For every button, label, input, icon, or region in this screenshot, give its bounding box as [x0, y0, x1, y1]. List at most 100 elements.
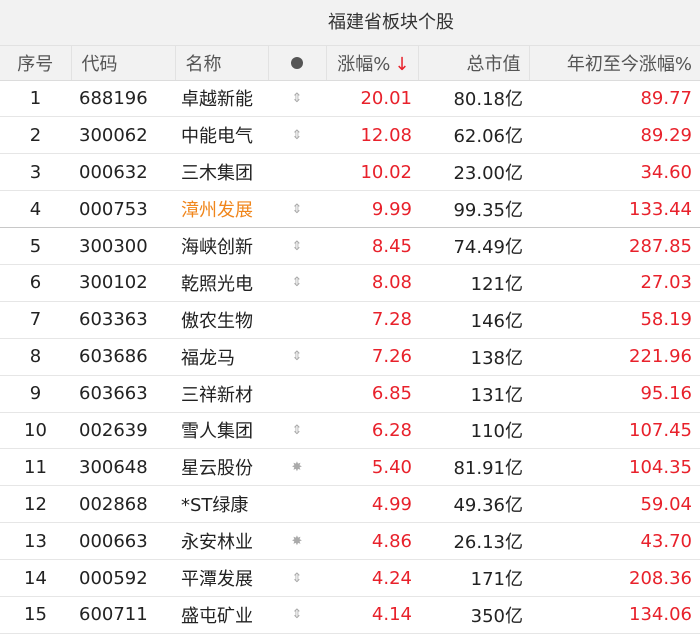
row-market-cap: 80.18亿	[418, 80, 529, 118]
row-seq: 9	[0, 375, 71, 413]
row-flag-icon: ⇕	[268, 264, 326, 302]
row-market-cap: 138亿	[418, 338, 529, 376]
row-flag-icon	[268, 375, 326, 413]
row-market-cap: 110亿	[418, 412, 529, 450]
row-market-cap: 131亿	[418, 375, 529, 413]
row-change: 7.28	[326, 301, 418, 339]
row-ytd: 208.36	[529, 559, 700, 597]
row-flag-icon: ✸	[268, 522, 326, 561]
row-name: 福龙马	[175, 338, 268, 376]
row-change: 8.08	[326, 264, 418, 302]
row-name: 雪人集团	[175, 412, 268, 450]
row-market-cap: 81.91亿	[418, 448, 529, 487]
stock-table: 序号 代码 名称 涨幅% ↓ 总市值 年初至今涨幅% 1 688196 卓越新能 ⇕ 20…	[0, 46, 700, 634]
table-header: 序号 代码 名称 涨幅% ↓ 总市值 年初至今涨幅%	[0, 46, 700, 81]
table-row[interactable]: 1 688196 卓越新能 ⇕ 20.01 80.18亿 89.77	[0, 80, 700, 118]
row-seq: 2	[0, 116, 71, 155]
row-flag-icon	[268, 153, 326, 192]
row-ytd: 221.96	[529, 338, 700, 376]
row-ytd: 59.04	[529, 485, 700, 524]
row-flag-icon	[268, 301, 326, 339]
row-code: 603363	[71, 301, 175, 339]
page-title: 福建省板块个股	[0, 0, 700, 46]
row-flag-icon: ⇕	[268, 559, 326, 597]
row-name: 盛屯矿业	[175, 596, 268, 634]
row-code: 000632	[71, 153, 175, 192]
row-ytd: 134.06	[529, 596, 700, 634]
row-seq: 11	[0, 448, 71, 487]
row-code: 300648	[71, 448, 175, 487]
row-change: 7.26	[326, 338, 418, 376]
header-market-cap[interactable]: 总市值	[418, 46, 530, 81]
table-row[interactable]: 8 603686 福龙马 ⇕ 7.26 138亿 221.96	[0, 338, 700, 376]
row-name: 平潭发展	[175, 559, 268, 597]
table-row[interactable]: 6 300102 乾照光电 ⇕ 8.08 121亿 27.03	[0, 264, 700, 302]
table-row[interactable]: 5 300300 海峡创新 ⇕ 8.45 74.49亿 287.85	[0, 227, 700, 265]
row-change: 9.99	[326, 190, 418, 229]
sort-down-icon: ↓	[394, 53, 410, 75]
row-name: 永安林业	[175, 522, 268, 561]
header-flag[interactable]	[268, 46, 327, 81]
row-name: 中能电气	[175, 116, 268, 155]
row-ytd: 27.03	[529, 264, 700, 302]
header-change-label: 涨幅%	[337, 53, 391, 75]
row-change: 6.85	[326, 375, 418, 413]
row-name: *ST绿康	[175, 485, 268, 524]
header-ytd[interactable]: 年初至今涨幅%	[529, 46, 700, 81]
row-code: 000592	[71, 559, 175, 597]
row-code: 000753	[71, 190, 175, 229]
table-row[interactable]: 7 603363 傲农生物 7.28 146亿 58.19	[0, 301, 700, 339]
row-market-cap: 49.36亿	[418, 485, 529, 524]
row-code: 300102	[71, 264, 175, 302]
row-code: 300062	[71, 116, 175, 155]
row-ytd: 287.85	[529, 227, 700, 265]
row-seq: 7	[0, 301, 71, 339]
row-market-cap: 23.00亿	[418, 153, 529, 192]
row-code: 688196	[71, 80, 175, 118]
table-row[interactable]: 14 000592 平潭发展 ⇕ 4.24 171亿 208.36	[0, 559, 700, 597]
header-code[interactable]: 代码	[71, 46, 176, 81]
table-row[interactable]: 4 000753 漳州发展 ⇕ 9.99 99.35亿 133.44	[0, 190, 700, 229]
row-ytd: 43.70	[529, 522, 700, 561]
table-row[interactable]: 3 000632 三木集团 10.02 23.00亿 34.60	[0, 153, 700, 192]
table-row[interactable]: 11 300648 星云股份 ✸ 5.40 81.91亿 104.35	[0, 448, 700, 487]
header-name[interactable]: 名称	[175, 46, 269, 81]
row-ytd: 89.29	[529, 116, 700, 155]
row-flag-icon: ⇕	[268, 190, 326, 229]
row-name: 卓越新能	[175, 80, 268, 118]
row-market-cap: 121亿	[418, 264, 529, 302]
header-seq[interactable]: 序号	[0, 46, 72, 81]
row-seq: 8	[0, 338, 71, 376]
row-market-cap: 26.13亿	[418, 522, 529, 561]
row-market-cap: 99.35亿	[418, 190, 529, 229]
row-flag-icon: ⇕	[268, 412, 326, 450]
row-code: 002639	[71, 412, 175, 450]
table-row[interactable]: 2 300062 中能电气 ⇕ 12.08 62.06亿 89.29	[0, 116, 700, 155]
row-change: 5.40	[326, 448, 418, 487]
table-row[interactable]: 9 603663 三祥新材 6.85 131亿 95.16	[0, 375, 700, 413]
row-seq: 15	[0, 596, 71, 634]
table-row[interactable]: 10 002639 雪人集团 ⇕ 6.28 110亿 107.45	[0, 412, 700, 450]
row-change: 10.02	[326, 153, 418, 192]
row-seq: 12	[0, 485, 71, 524]
row-name: 海峡创新	[175, 227, 268, 265]
row-seq: 6	[0, 264, 71, 302]
row-seq: 1	[0, 80, 71, 118]
row-change: 12.08	[326, 116, 418, 155]
dot-icon	[291, 57, 303, 70]
row-change: 4.24	[326, 559, 418, 597]
row-seq: 4	[0, 190, 71, 229]
row-seq: 5	[0, 227, 71, 265]
table-row[interactable]: 15 600711 盛屯矿业 ⇕ 4.14 350亿 134.06	[0, 596, 700, 634]
row-name: 三木集团	[175, 153, 268, 192]
row-code: 603663	[71, 375, 175, 413]
row-ytd: 107.45	[529, 412, 700, 450]
row-ytd: 34.60	[529, 153, 700, 192]
table-row[interactable]: 12 002868 *ST绿康 4.99 49.36亿 59.04	[0, 485, 700, 524]
header-change[interactable]: 涨幅% ↓	[326, 46, 419, 81]
row-market-cap: 171亿	[418, 559, 529, 597]
row-ytd: 104.35	[529, 448, 700, 487]
row-change: 8.45	[326, 227, 418, 265]
table-row[interactable]: 13 000663 永安林业 ✸ 4.86 26.13亿 43.70	[0, 522, 700, 561]
row-flag-icon: ⇕	[268, 227, 326, 265]
